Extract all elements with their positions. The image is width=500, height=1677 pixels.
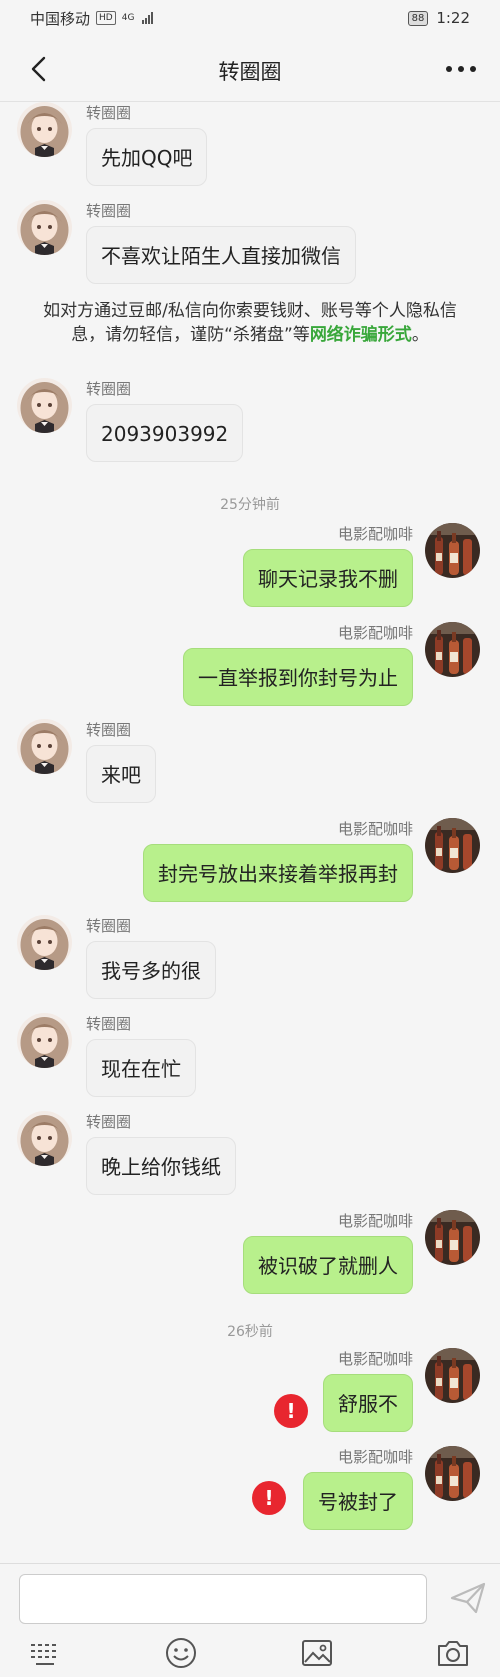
emoji-icon[interactable] <box>164 1636 198 1670</box>
avatar[interactable] <box>425 523 480 578</box>
send-icon[interactable] <box>448 1578 488 1618</box>
notice-tail: 。 <box>411 325 429 345</box>
sender-name: 转圈圈 <box>86 104 132 122</box>
carrier-label: 中国移动 <box>30 9 91 28</box>
avatar[interactable] <box>425 818 480 873</box>
sender-name: 转圈圈 <box>86 1015 132 1033</box>
avatar[interactable] <box>17 719 72 774</box>
timestamp: 26秒前 <box>227 1324 273 1340</box>
message-bubble[interactable]: 被识破了就删人 <box>243 1236 413 1294</box>
avatar[interactable] <box>425 1210 480 1265</box>
message-bubble[interactable]: 现在在忙 <box>86 1039 196 1097</box>
image-icon[interactable] <box>300 1636 334 1670</box>
chat-messages: 转圈圈 先加QQ吧 转圈圈 不喜欢让陌生人直接加微信 如对方通过豆邮/私信向你索… <box>0 102 500 1563</box>
composer-bar <box>0 1563 500 1677</box>
avatar[interactable] <box>17 915 72 970</box>
sender-name: 电影配咖啡 <box>337 624 413 642</box>
sender-name: 转圈圈 <box>86 917 132 935</box>
avatar[interactable] <box>17 200 72 255</box>
message-bubble[interactable]: 聊天记录我不删 <box>243 549 413 607</box>
send-failed-icon[interactable]: ! <box>252 1481 286 1515</box>
sender-name: 转圈圈 <box>86 202 132 220</box>
message-bubble[interactable]: 封完号放出来接着举报再封 <box>143 844 413 902</box>
avatar[interactable] <box>17 102 72 157</box>
hd-badge: HD <box>96 11 116 25</box>
fraud-warning-notice: 如对方通过豆邮/私信向你索要钱财、账号等个人隐私信息，请勿轻信，谨防“杀猪盘”等… <box>28 299 472 347</box>
status-left: 中国移动 HD 4G <box>30 8 154 29</box>
sender-name: 电影配咖啡 <box>337 525 413 543</box>
keyboard-icon[interactable] <box>28 1636 62 1670</box>
clock-label: 1:22 <box>436 9 470 27</box>
message-bubble[interactable]: 我号多的很 <box>86 941 216 999</box>
message-bubble[interactable]: 2093903992 <box>86 404 244 462</box>
status-bar: 中国移动 HD 4G 88 1:22 <box>0 0 500 36</box>
more-dots-icon[interactable] <box>444 54 478 84</box>
camera-icon[interactable] <box>436 1636 470 1670</box>
sender-name: 转圈圈 <box>86 721 132 739</box>
signal-icon <box>142 12 154 24</box>
sender-name: 电影配咖啡 <box>337 1448 413 1466</box>
notice-link[interactable]: 网络诈骗形式 <box>310 325 412 345</box>
chat-header: 转圈圈 <box>0 36 500 102</box>
sender-name: 电影配咖啡 <box>337 1212 413 1230</box>
send-failed-icon[interactable]: ! <box>274 1394 308 1428</box>
sender-name: 电影配咖啡 <box>337 1350 413 1368</box>
avatar[interactable] <box>17 378 72 433</box>
network-label: 4G <box>121 13 135 23</box>
message-input[interactable] <box>19 1574 427 1624</box>
sender-name: 转圈圈 <box>86 380 132 398</box>
status-right: 88 1:22 <box>407 9 470 27</box>
sender-name: 电影配咖啡 <box>337 820 413 838</box>
message-bubble[interactable]: 一直举报到你封号为止 <box>183 648 413 706</box>
timestamp: 25分钟前 <box>220 497 280 513</box>
message-bubble[interactable]: 先加QQ吧 <box>86 128 208 186</box>
avatar[interactable] <box>425 622 480 677</box>
message-bubble[interactable]: 不喜欢让陌生人直接加微信 <box>86 226 356 284</box>
avatar[interactable] <box>17 1013 72 1068</box>
avatar[interactable] <box>425 1348 480 1403</box>
message-bubble[interactable]: 号被封了 <box>303 1472 413 1530</box>
message-bubble[interactable]: 来吧 <box>86 745 156 803</box>
avatar[interactable] <box>17 1111 72 1166</box>
message-bubble[interactable]: 晚上给你钱纸 <box>86 1137 236 1195</box>
battery-icon: 88 <box>407 10 429 26</box>
message-bubble[interactable]: 舒服不 <box>323 1374 413 1432</box>
avatar[interactable] <box>425 1446 480 1501</box>
page-title: 转圈圈 <box>218 60 282 84</box>
sender-name: 转圈圈 <box>86 1113 132 1131</box>
